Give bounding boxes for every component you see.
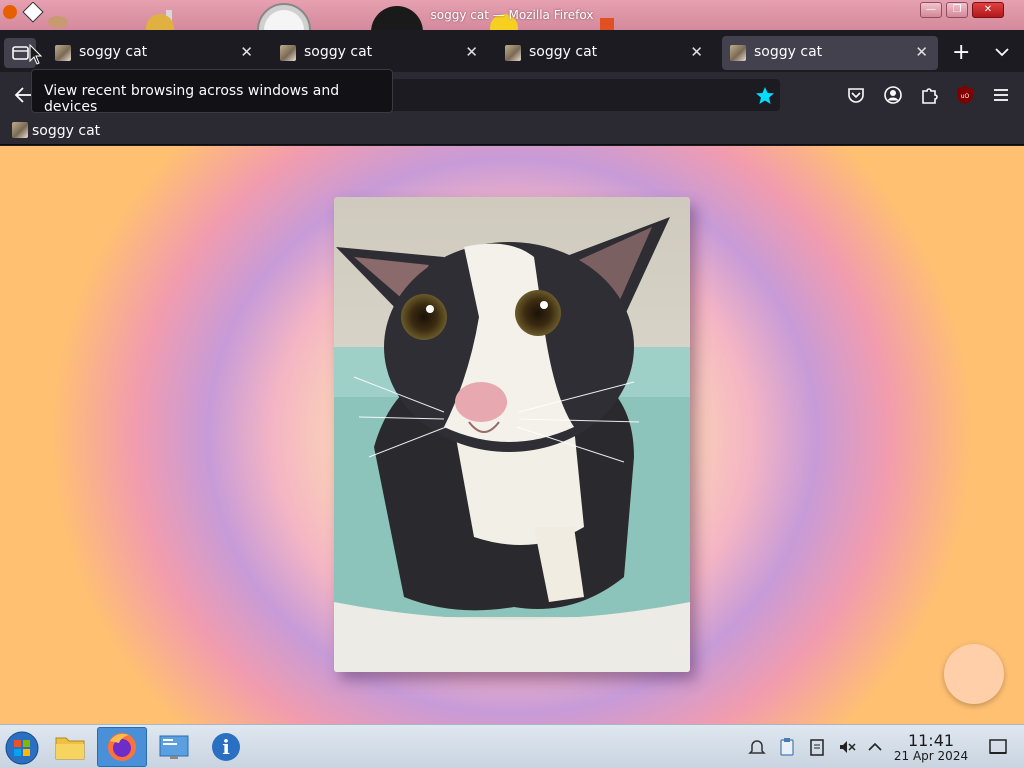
taskbar: i 11:41 21 Apr 2024 bbox=[0, 724, 1024, 768]
ublock-origin-icon[interactable]: uO bbox=[954, 84, 976, 106]
bookmark-label: soggy cat bbox=[32, 123, 101, 139]
hamburger-menu-icon[interactable] bbox=[990, 84, 1012, 106]
svg-text:i: i bbox=[222, 735, 230, 759]
bookmark-favicon bbox=[12, 122, 28, 138]
clipboard-icon[interactable] bbox=[777, 737, 797, 757]
clipboard-history-icon[interactable] bbox=[807, 737, 827, 757]
new-tab-button[interactable]: + bbox=[952, 40, 970, 65]
tab-label: soggy cat bbox=[304, 44, 373, 60]
taskbar-file-manager[interactable] bbox=[48, 727, 92, 767]
bookmark-item[interactable]: soggy cat bbox=[12, 122, 100, 139]
tab-close-icon[interactable]: ✕ bbox=[240, 43, 253, 61]
account-icon[interactable] bbox=[882, 84, 904, 106]
taskbar-info-center[interactable]: i bbox=[204, 727, 248, 767]
tab-close-icon[interactable]: ✕ bbox=[465, 43, 478, 61]
monitor-settings-icon bbox=[159, 735, 189, 759]
taskbar-system-settings[interactable] bbox=[152, 727, 196, 767]
tab-3[interactable]: soggy cat ✕ bbox=[497, 36, 713, 70]
tab-label: soggy cat bbox=[529, 44, 598, 60]
window-title: soggy cat — Mozilla Firefox bbox=[430, 8, 594, 22]
tab-favicon bbox=[730, 45, 746, 61]
page-content bbox=[0, 146, 1024, 724]
soggy-cat-photo bbox=[334, 197, 690, 672]
tab-2[interactable]: soggy cat ✕ bbox=[272, 36, 488, 70]
minimize-icon: — bbox=[926, 4, 936, 15]
star-filled-icon[interactable] bbox=[755, 86, 775, 106]
mouse-cursor-icon bbox=[29, 44, 43, 65]
tab-4-active[interactable]: soggy cat ✕ bbox=[722, 36, 938, 70]
pocket-icon[interactable] bbox=[845, 84, 867, 106]
folder-icon bbox=[55, 737, 85, 760]
close-window-button[interactable]: ✕ bbox=[972, 2, 1004, 18]
floating-action-button[interactable] bbox=[944, 644, 1004, 704]
tab-close-icon[interactable]: ✕ bbox=[915, 43, 928, 61]
tab-favicon bbox=[55, 45, 71, 61]
tab-strip: soggy cat ✕ soggy cat ✕ soggy cat ✕ sogg… bbox=[0, 30, 1024, 72]
close-icon: ✕ bbox=[983, 4, 993, 15]
tab-1[interactable]: soggy cat ✕ bbox=[47, 36, 263, 70]
tab-label: soggy cat bbox=[79, 44, 148, 60]
tab-label: soggy cat bbox=[754, 44, 823, 60]
chevron-up-icon[interactable] bbox=[865, 737, 885, 757]
start-menu-button[interactable] bbox=[0, 727, 44, 767]
tab-favicon bbox=[280, 45, 296, 61]
clock-time[interactable]: 11:41 bbox=[898, 731, 964, 750]
maximize-icon: ❐ bbox=[952, 4, 962, 15]
maximize-button[interactable]: ❐ bbox=[946, 2, 968, 18]
tab-favicon bbox=[505, 45, 521, 61]
taskbar-firefox[interactable] bbox=[97, 727, 147, 767]
volume-muted-icon[interactable] bbox=[837, 737, 857, 757]
clock-date[interactable]: 21 Apr 2024 bbox=[888, 749, 974, 763]
svg-text:uO: uO bbox=[961, 93, 970, 100]
bookmarks-toolbar: soggy cat bbox=[0, 118, 1024, 145]
notifications-bell-icon[interactable] bbox=[747, 737, 767, 757]
window-titlebar: soggy cat — Mozilla Firefox — ❐ ✕ bbox=[0, 0, 1024, 30]
firefox-icon bbox=[108, 733, 136, 761]
start-orb-icon bbox=[5, 731, 39, 765]
list-all-tabs-chevron-icon[interactable] bbox=[994, 46, 1010, 58]
show-desktop-icon[interactable] bbox=[988, 737, 1008, 757]
tab-close-icon[interactable]: ✕ bbox=[690, 43, 703, 61]
minimize-button[interactable]: — bbox=[920, 2, 942, 18]
recent-browsing-tooltip: View recent browsing across windows and … bbox=[31, 69, 393, 115]
info-icon: i bbox=[212, 733, 240, 761]
puzzle-icon[interactable] bbox=[918, 84, 940, 106]
